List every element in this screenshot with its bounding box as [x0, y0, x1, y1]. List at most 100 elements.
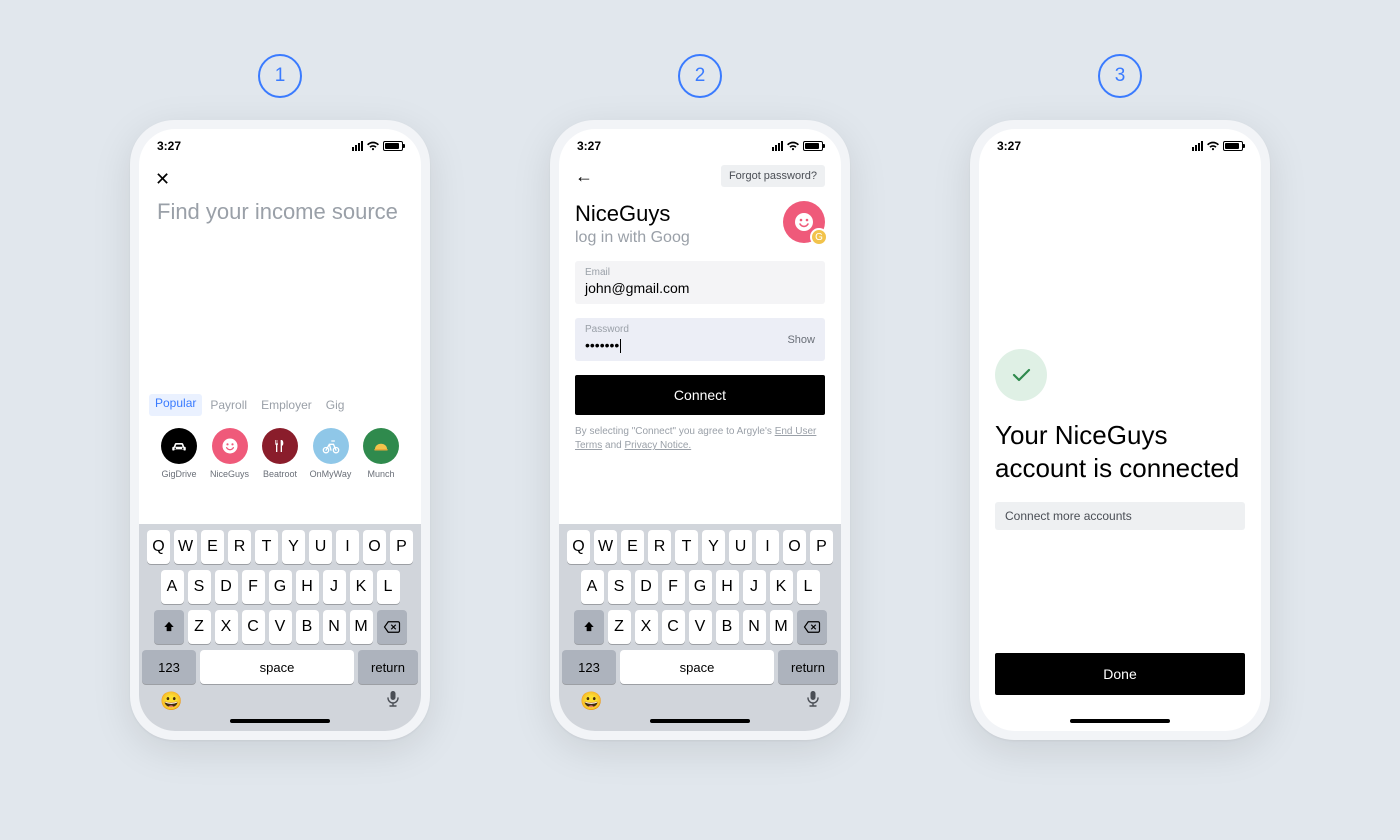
- key-y[interactable]: Y: [282, 530, 305, 564]
- connect-button[interactable]: Connect: [575, 375, 825, 415]
- key-g[interactable]: G: [269, 570, 292, 604]
- keyboard[interactable]: QWERTYUIOP ASDFGHJKL ZXCVBNM 123 space r…: [139, 524, 421, 731]
- provider-munch[interactable]: Munch: [357, 428, 405, 479]
- provider-label: GigDrive: [161, 469, 196, 479]
- password-value: •••••••: [585, 337, 815, 353]
- key-z[interactable]: Z: [188, 610, 211, 644]
- key-t[interactable]: T: [255, 530, 278, 564]
- key-i[interactable]: I: [336, 530, 359, 564]
- space-key[interactable]: space: [620, 650, 774, 684]
- key-w[interactable]: W: [594, 530, 617, 564]
- key-s[interactable]: S: [608, 570, 631, 604]
- phone-1: 3:27 ✕ Popular Payroll Employer Gig: [130, 120, 430, 740]
- key-x[interactable]: X: [635, 610, 658, 644]
- key-q[interactable]: Q: [147, 530, 170, 564]
- mic-icon[interactable]: [386, 690, 400, 713]
- key-b[interactable]: B: [296, 610, 319, 644]
- car-icon: [161, 428, 197, 464]
- privacy-notice-link[interactable]: Privacy Notice.: [624, 440, 691, 451]
- numbers-key[interactable]: 123: [142, 650, 196, 684]
- key-r[interactable]: R: [648, 530, 671, 564]
- key-a[interactable]: A: [581, 570, 604, 604]
- key-l[interactable]: L: [377, 570, 400, 604]
- phone-3: 3:27 Your NiceGuys account is connected …: [970, 120, 1270, 740]
- provider-gigdrive[interactable]: GigDrive: [155, 428, 203, 479]
- search-input[interactable]: [155, 198, 405, 226]
- return-key[interactable]: return: [778, 650, 838, 684]
- provider-label: Munch: [367, 469, 394, 479]
- show-password-button[interactable]: Show: [787, 334, 815, 346]
- key-i[interactable]: I: [756, 530, 779, 564]
- emoji-icon[interactable]: 😀: [160, 691, 182, 712]
- back-icon[interactable]: ←: [575, 166, 593, 187]
- key-r[interactable]: R: [228, 530, 251, 564]
- provider-label: OnMyWay: [310, 469, 352, 479]
- key-n[interactable]: N: [323, 610, 346, 644]
- wifi-icon: [1206, 141, 1220, 151]
- status-bar: 3:27: [559, 129, 841, 163]
- key-u[interactable]: U: [309, 530, 332, 564]
- key-l[interactable]: L: [797, 570, 820, 604]
- key-k[interactable]: K: [770, 570, 793, 604]
- key-j[interactable]: J: [323, 570, 346, 604]
- backspace-key[interactable]: [377, 610, 407, 644]
- tab-employer[interactable]: Employer: [261, 396, 312, 414]
- key-a[interactable]: A: [161, 570, 184, 604]
- key-e[interactable]: E: [621, 530, 644, 564]
- backspace-key[interactable]: [797, 610, 827, 644]
- forgot-password-button[interactable]: Forgot password?: [721, 165, 825, 187]
- key-p[interactable]: P: [810, 530, 833, 564]
- key-c[interactable]: C: [242, 610, 265, 644]
- key-d[interactable]: D: [215, 570, 238, 604]
- key-n[interactable]: N: [743, 610, 766, 644]
- key-e[interactable]: E: [201, 530, 224, 564]
- key-d[interactable]: D: [635, 570, 658, 604]
- key-x[interactable]: X: [215, 610, 238, 644]
- shift-key[interactable]: [574, 610, 604, 644]
- key-q[interactable]: Q: [567, 530, 590, 564]
- return-key[interactable]: return: [358, 650, 418, 684]
- tab-popular[interactable]: Popular: [149, 394, 202, 416]
- key-j[interactable]: J: [743, 570, 766, 604]
- provider-beatroot[interactable]: Beatroot: [256, 428, 304, 479]
- key-v[interactable]: V: [689, 610, 712, 644]
- key-w[interactable]: W: [174, 530, 197, 564]
- emoji-icon[interactable]: 😀: [580, 691, 602, 712]
- key-f[interactable]: F: [242, 570, 265, 604]
- key-s[interactable]: S: [188, 570, 211, 604]
- key-h[interactable]: H: [296, 570, 319, 604]
- connect-more-button[interactable]: Connect more accounts: [995, 502, 1245, 530]
- provider-onmyway[interactable]: OnMyWay: [307, 428, 355, 479]
- key-c[interactable]: C: [662, 610, 685, 644]
- key-y[interactable]: Y: [702, 530, 725, 564]
- provider-niceguys[interactable]: NiceGuys: [206, 428, 254, 479]
- keyboard[interactable]: QWERTYUIOP ASDFGHJKL ZXCVBNM 123 space r…: [559, 524, 841, 731]
- email-field[interactable]: Email john@gmail.com: [575, 261, 825, 304]
- step-badge-2: 2: [678, 54, 722, 98]
- numbers-key[interactable]: 123: [562, 650, 616, 684]
- key-f[interactable]: F: [662, 570, 685, 604]
- key-b[interactable]: B: [716, 610, 739, 644]
- key-z[interactable]: Z: [608, 610, 631, 644]
- key-p[interactable]: P: [390, 530, 413, 564]
- password-field[interactable]: Password ••••••• Show: [575, 318, 825, 361]
- key-t[interactable]: T: [675, 530, 698, 564]
- wifi-icon: [366, 141, 380, 151]
- key-u[interactable]: U: [729, 530, 752, 564]
- tab-payroll[interactable]: Payroll: [210, 396, 247, 414]
- key-h[interactable]: H: [716, 570, 739, 604]
- key-o[interactable]: O: [783, 530, 806, 564]
- key-v[interactable]: V: [269, 610, 292, 644]
- mic-icon[interactable]: [806, 690, 820, 713]
- close-icon[interactable]: ✕: [155, 169, 170, 189]
- key-m[interactable]: M: [350, 610, 373, 644]
- key-m[interactable]: M: [770, 610, 793, 644]
- tab-gig[interactable]: Gig: [326, 396, 345, 414]
- space-key[interactable]: space: [200, 650, 354, 684]
- key-g[interactable]: G: [689, 570, 712, 604]
- done-button[interactable]: Done: [995, 653, 1245, 695]
- key-k[interactable]: K: [350, 570, 373, 604]
- step-badge-3: 3: [1098, 54, 1142, 98]
- shift-key[interactable]: [154, 610, 184, 644]
- key-o[interactable]: O: [363, 530, 386, 564]
